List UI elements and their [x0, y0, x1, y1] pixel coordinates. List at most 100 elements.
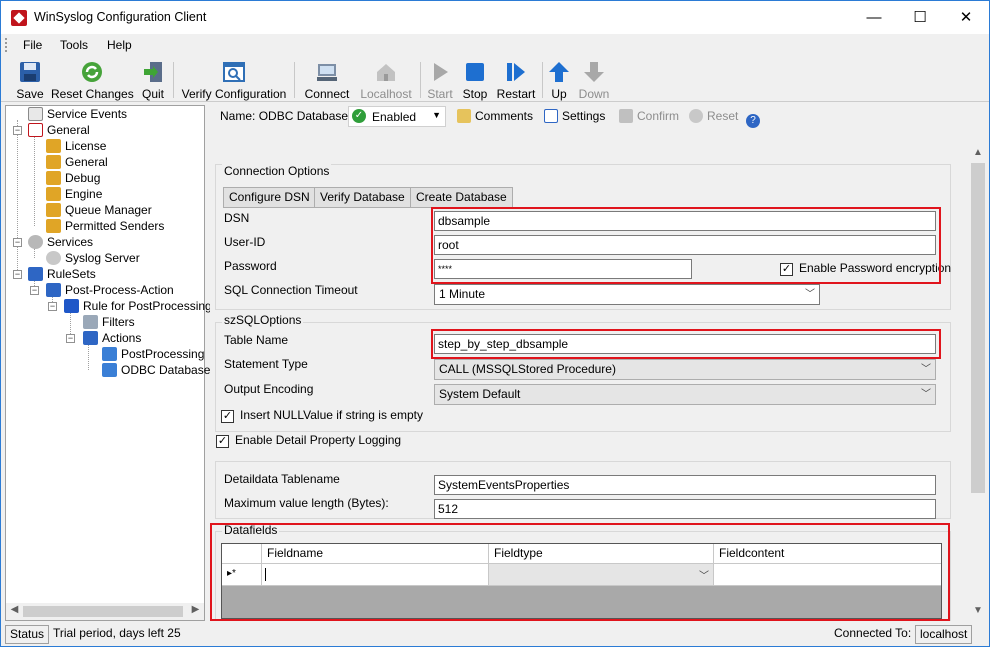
close-button[interactable]: ✕	[943, 1, 989, 34]
menu-help[interactable]: Help	[107, 38, 132, 52]
up-button[interactable]: Up	[547, 58, 571, 101]
settings-button[interactable]: Settings	[544, 109, 605, 123]
down-button[interactable]: Down	[577, 58, 611, 101]
window-title: WinSyslog Configuration Client	[34, 10, 207, 24]
tree-item-rulesets[interactable]: RuleSets	[28, 266, 96, 282]
connect-button[interactable]: Connect	[301, 58, 353, 101]
connect-label: Connect	[304, 87, 350, 101]
tree-item-actions[interactable]: Actions	[83, 330, 141, 346]
scroll-right-icon[interactable]: ▶	[188, 604, 203, 615]
service-events-icon	[28, 107, 43, 121]
down-label: Down	[578, 87, 610, 101]
reset-button[interactable]: Reset	[689, 109, 738, 123]
tree-item-odbc-database[interactable]: ODBC Database	[102, 362, 210, 378]
insert-null-label: Insert NULLValue if string is empty	[240, 408, 423, 422]
scroll-up-icon[interactable]: ▲	[969, 147, 987, 158]
start-button[interactable]: Start	[425, 58, 455, 101]
tree-line	[34, 136, 35, 226]
verify-database-button[interactable]: Verify Database	[314, 187, 411, 208]
app-window: WinSyslog Configuration Client — ☐ ✕ Fil…	[0, 0, 990, 647]
reset-icon	[689, 109, 703, 123]
collapse-icon[interactable]: −	[48, 302, 57, 311]
main-toolbar: Save Reset Changes Quit Verify Configura…	[1, 56, 989, 102]
toolbar-separator	[542, 62, 543, 98]
sql-options-title: szSQLOptions	[222, 313, 304, 327]
minimize-button[interactable]: —	[851, 1, 897, 34]
tree-item-engine[interactable]: Engine	[46, 186, 102, 202]
status-label: Status	[5, 625, 50, 644]
output-encoding-dropdown[interactable]: System Default ﹀	[434, 384, 936, 405]
localhost-button[interactable]: Localhost	[357, 58, 415, 101]
collapse-icon[interactable]: −	[13, 270, 22, 279]
detail-logging-label: Enable Detail Property Logging	[235, 433, 402, 447]
collapse-icon[interactable]: −	[13, 238, 22, 247]
scroll-thumb[interactable]	[971, 163, 985, 493]
configure-dsn-button[interactable]: Configure DSN	[223, 187, 316, 208]
enabled-dropdown[interactable]: ✓ Enabled ▼	[348, 106, 446, 127]
timeout-dropdown[interactable]: 1 Minute ﹀	[434, 284, 820, 305]
tree-item-permitted-senders[interactable]: Permitted Senders	[46, 218, 164, 234]
gear-icon	[46, 251, 61, 265]
quit-button[interactable]: Quit	[137, 58, 169, 101]
start-label: Start	[427, 87, 453, 101]
tree-item-general-child[interactable]: General	[46, 154, 108, 170]
tree-item-service-events[interactable]: Service Events	[28, 106, 127, 122]
menu-tools[interactable]: Tools	[60, 38, 88, 52]
detail-logging-checkbox[interactable]: ✓	[216, 435, 229, 448]
tree-item-filters[interactable]: Filters	[83, 314, 135, 330]
restart-label: Restart	[496, 87, 536, 101]
tree-item-post-process-action[interactable]: Post-Process-Action	[46, 282, 174, 298]
toolbar-separator	[173, 62, 174, 98]
max-length-input[interactable]: 512	[434, 499, 936, 519]
verify-configuration-button[interactable]: Verify Configuration	[179, 58, 289, 101]
tree-horizontal-scrollbar[interactable]: ◀ ▶	[6, 603, 204, 620]
menu-grip	[5, 38, 8, 52]
scroll-left-icon[interactable]: ◀	[7, 604, 22, 615]
collapse-icon[interactable]: −	[30, 286, 39, 295]
dsn-label: DSN	[224, 211, 250, 225]
confirm-button[interactable]: Confirm	[619, 109, 679, 123]
tree-item-license[interactable]: License	[46, 138, 106, 154]
restart-button[interactable]: Restart	[495, 58, 537, 101]
config-tree[interactable]: Service Events − General License General…	[5, 105, 212, 621]
insert-null-checkbox[interactable]: ✓	[221, 410, 234, 423]
up-label: Up	[551, 87, 567, 101]
collapse-icon[interactable]: −	[13, 126, 22, 135]
tree-item-syslog-server[interactable]: Syslog Server	[46, 250, 140, 266]
password-label: Password	[224, 259, 277, 273]
filter-icon	[83, 315, 98, 329]
collapse-icon[interactable]: −	[66, 334, 75, 343]
highlight-connection	[431, 207, 941, 284]
comments-button[interactable]: Comments	[457, 109, 533, 123]
form-vertical-scrollbar[interactable]: ▲ ▼	[969, 143, 987, 621]
create-database-button[interactable]: Create Database	[410, 187, 513, 208]
statement-type-dropdown[interactable]: CALL (MSSQLStored Procedure) ﹀	[434, 359, 936, 380]
scroll-thumb[interactable]	[23, 606, 183, 617]
help-button[interactable]: ?	[746, 109, 764, 128]
tree-item-general[interactable]: General	[28, 122, 90, 138]
save-disk-icon	[619, 109, 633, 123]
tree-item-services[interactable]: Services	[28, 234, 93, 250]
stop-button[interactable]: Stop	[460, 58, 490, 101]
detail-tablename-input[interactable]: SystemEventsProperties	[434, 475, 936, 495]
maximize-button[interactable]: ☐	[897, 1, 943, 34]
max-length-label: Maximum value length (Bytes):	[224, 496, 389, 510]
refresh-icon	[82, 62, 102, 82]
reset-changes-button[interactable]: Reset Changes	[51, 58, 134, 101]
save-label: Save	[16, 87, 44, 101]
save-button[interactable]: Save	[13, 58, 47, 101]
scroll-down-icon[interactable]: ▼	[969, 605, 987, 616]
rule-cube-icon	[64, 299, 79, 313]
action-icon	[102, 363, 117, 377]
restart-icon	[507, 63, 525, 81]
arrow-up-icon	[549, 62, 569, 82]
menu-file[interactable]: File	[23, 38, 42, 52]
action-icon	[102, 347, 117, 361]
tree-item-debug[interactable]: Debug	[46, 170, 100, 186]
tree-item-rule-for-postprocessing[interactable]: Rule for PostProcessing	[64, 298, 212, 314]
tree-item-postprocessing[interactable]: PostProcessing	[102, 346, 204, 362]
actions-icon	[83, 331, 98, 345]
connected-host: localhost	[915, 625, 973, 644]
statement-type-label: Statement Type	[224, 357, 308, 371]
tree-item-queue-manager[interactable]: Queue Manager	[46, 202, 152, 218]
